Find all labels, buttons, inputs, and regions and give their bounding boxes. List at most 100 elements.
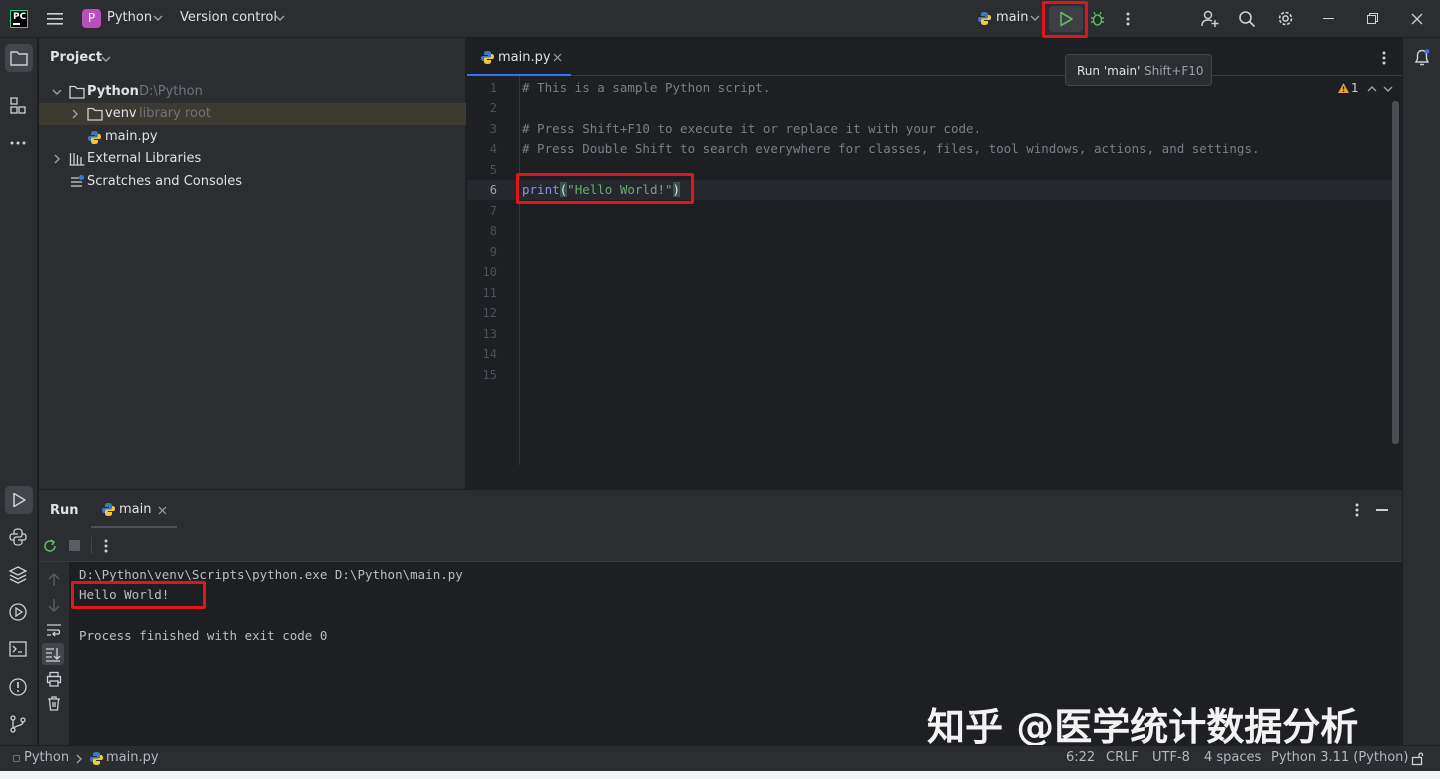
tree-item-label: External Libraries [87, 151, 202, 166]
tree-item-venv[interactable]: venv library root [39, 103, 466, 125]
toolbar-divider [91, 537, 92, 554]
soft-wrap-icon[interactable] [46, 622, 62, 638]
scroll-to-end-icon[interactable] [42, 643, 64, 665]
line-separator[interactable]: CRLF [1106, 750, 1139, 765]
problems-icon[interactable] [8, 677, 30, 699]
breadcrumb-file[interactable]: main.py [106, 750, 159, 765]
debug-icon[interactable] [1089, 10, 1106, 27]
restore-icon[interactable] [1367, 13, 1378, 24]
tree-item-hint: library root [139, 106, 212, 121]
chevron-down-icon[interactable] [1383, 85, 1393, 93]
indent-setting[interactable]: 4 spaces [1204, 750, 1261, 765]
project-tool-button[interactable] [5, 44, 33, 72]
run-config-selector[interactable]: main [975, 0, 1043, 38]
project-panel-header[interactable]: Project [39, 38, 466, 76]
run-panel-options-icon[interactable] [1351, 502, 1363, 518]
run-tab-main[interactable]: main [91, 490, 177, 528]
right-tool-strip [1402, 38, 1440, 745]
run-config-label: main [996, 10, 1029, 25]
tree-item-label: venv [105, 106, 137, 121]
rerun-icon[interactable] [42, 538, 58, 554]
line-number: 12 [482, 306, 497, 320]
tree-item-python-root[interactable]: Python D:\Python [39, 81, 466, 103]
run-button[interactable] [1049, 6, 1083, 32]
python-file-icon [101, 502, 116, 517]
run-panel-title: Run [50, 503, 79, 518]
git-icon[interactable] [8, 714, 30, 736]
line-number: 9 [489, 245, 497, 259]
run-tool-button[interactable] [5, 486, 33, 514]
run-toolbar [39, 529, 1402, 562]
line-number: 11 [482, 286, 497, 300]
tree-item-label: main.py [105, 129, 158, 144]
stop-icon[interactable] [69, 540, 80, 551]
chevron-down-icon [1030, 14, 1040, 22]
play-icon [1059, 11, 1074, 27]
breadcrumb-project[interactable]: Python [24, 750, 69, 765]
arrow-down-icon[interactable] [47, 597, 61, 613]
left-tool-strip [0, 38, 38, 745]
close-tab-icon[interactable] [158, 506, 167, 515]
tree-item-label: Scratches and Consoles [87, 174, 243, 189]
python-file-icon [87, 130, 102, 145]
python-packages-icon[interactable] [8, 565, 30, 587]
tree-item-main-py[interactable]: main.py [39, 126, 466, 148]
services-icon[interactable] [8, 602, 30, 624]
chevron-right-icon [53, 154, 61, 164]
console-line: Process finished with exit code 0 [79, 628, 328, 643]
python-file-icon [89, 751, 104, 766]
caret-position[interactable]: 6:22 [1066, 750, 1095, 765]
print-icon[interactable] [46, 671, 62, 687]
pycharm-logo-icon[interactable]: PC [10, 10, 28, 28]
editor-scrollbar[interactable] [1392, 101, 1399, 444]
line-number: 10 [482, 265, 497, 279]
editor-tab-main-py[interactable]: main.py [467, 38, 571, 76]
close-tab-icon[interactable] [553, 53, 562, 62]
project-panel-title: Project [50, 50, 103, 65]
tab-options-icon[interactable] [1378, 50, 1390, 66]
gear-icon[interactable] [1276, 9, 1295, 28]
project-panel: Project Python D:\Python venv library ro… [39, 38, 466, 489]
chevron-down-icon [153, 14, 163, 22]
module-icon [13, 755, 20, 762]
terminal-icon[interactable] [8, 639, 30, 661]
vcs-widget[interactable]: Version control [180, 0, 290, 38]
code-with-me-icon[interactable] [1201, 10, 1220, 28]
console-line: D:\Python\venv\Scripts\python.exe D:\Pyt… [79, 567, 463, 582]
notifications-icon[interactable] [1413, 48, 1431, 67]
file-encoding[interactable]: UTF-8 [1152, 750, 1190, 765]
watermark: 知乎 @医学统计数据分析 [927, 696, 1397, 749]
chevron-down-icon [101, 55, 111, 63]
warnings-count: 1 [1351, 81, 1359, 95]
close-icon[interactable] [1411, 13, 1423, 25]
line-number: 3 [489, 122, 497, 136]
minimize-icon[interactable] [1323, 18, 1334, 19]
tooltip-shortcut: Shift+F10 [1144, 64, 1204, 78]
project-name: Python [107, 10, 153, 25]
more-actions-icon[interactable] [100, 538, 112, 554]
line-number: 13 [482, 327, 497, 341]
main-menu-icon[interactable] [46, 11, 64, 27]
more-tool-windows-icon[interactable] [8, 133, 30, 155]
structure-icon[interactable] [8, 96, 30, 118]
search-icon[interactable] [1238, 10, 1256, 28]
warning-icon [1337, 82, 1350, 94]
hide-panel-icon[interactable] [1376, 509, 1388, 511]
tree-item-external-libraries[interactable]: External Libraries [39, 148, 466, 170]
tree-item-scratches[interactable]: Scratches and Consoles [39, 171, 466, 193]
trash-icon[interactable] [46, 695, 62, 711]
tooltip-label: Run 'main' [1077, 64, 1141, 78]
inspection-widget[interactable]: 1 [1335, 80, 1395, 98]
arrow-up-icon[interactable] [47, 572, 61, 588]
more-actions-icon[interactable] [1122, 11, 1134, 27]
interpreter-selector[interactable]: Python 3.11 (Python) [1271, 750, 1408, 765]
code-line-print: print("Hello World!") [522, 182, 681, 197]
editor-tab-bar: main.py [467, 38, 1402, 76]
play-icon [12, 492, 27, 508]
gutter-divider [519, 76, 520, 465]
project-widget[interactable]: P Python [82, 0, 166, 38]
python-console-icon[interactable] [8, 527, 30, 549]
chevron-right-icon [71, 109, 79, 119]
lock-icon[interactable] [1411, 751, 1425, 766]
chevron-up-icon[interactable] [1367, 85, 1377, 93]
